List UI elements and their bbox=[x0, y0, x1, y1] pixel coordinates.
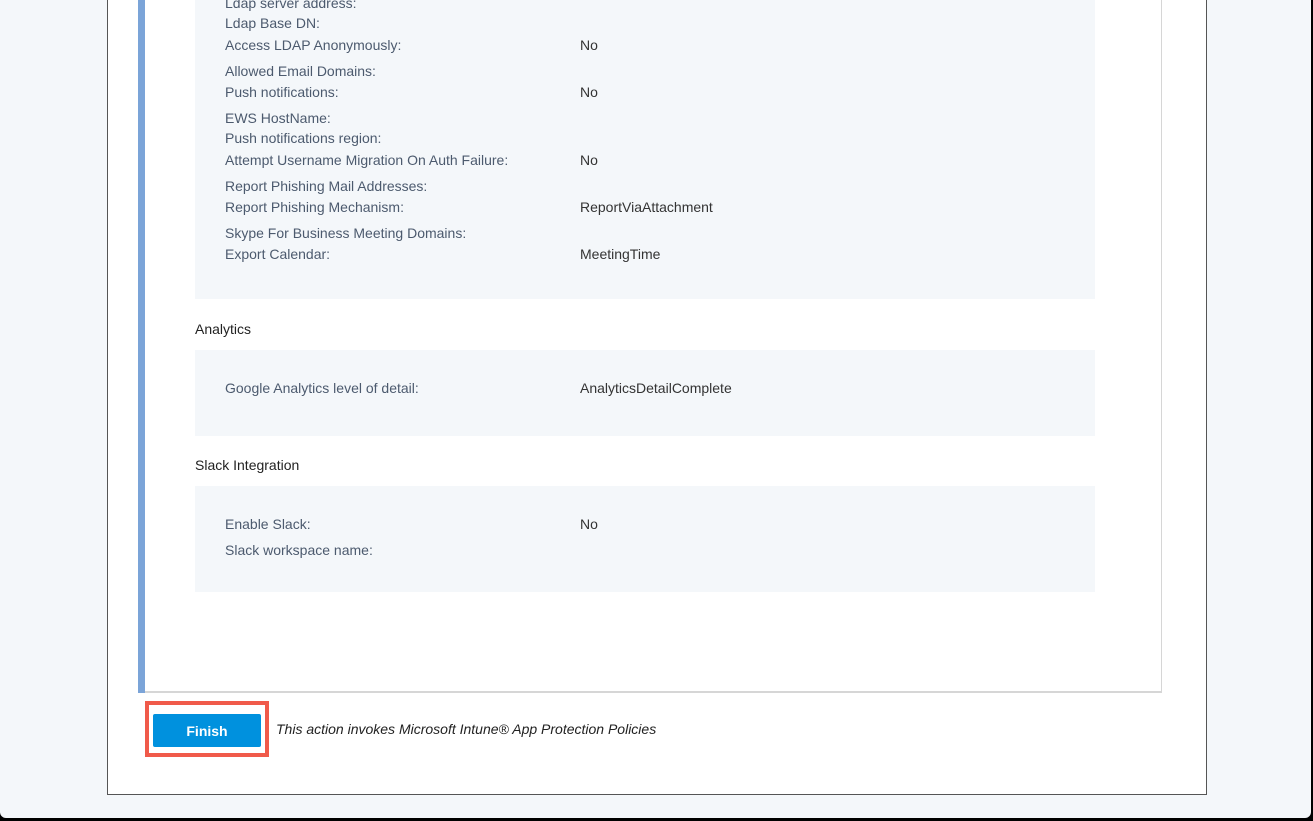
setting-label: Access LDAP Anonymously: bbox=[225, 37, 402, 53]
analytics-box: Google Analytics level of detail: Analyti… bbox=[195, 350, 1095, 436]
accent-bar bbox=[138, 0, 145, 693]
settings-card: Ldap server address: Ldap Base DN: Access … bbox=[138, 0, 1162, 693]
setting-label: Report Phishing Mechanism: bbox=[225, 199, 404, 215]
summary-panel: Ldap server address: Ldap Base DN: Access … bbox=[107, 0, 1207, 795]
finish-button[interactable]: Finish bbox=[153, 714, 261, 747]
setting-value: No bbox=[580, 516, 598, 532]
setting-label: Slack workspace name: bbox=[225, 542, 373, 558]
analytics-heading: Analytics bbox=[195, 321, 252, 337]
setting-label: Report Phishing Mail Addresses: bbox=[225, 178, 428, 194]
window: Ldap server address: Ldap Base DN: Access … bbox=[0, 0, 1311, 818]
setting-label: Ldap Base DN: bbox=[225, 15, 320, 31]
setting-label: Skype For Business Meeting Domains: bbox=[225, 225, 467, 241]
intune-note: This action invokes Microsoft Intune® Ap… bbox=[276, 721, 657, 737]
setting-label: Google Analytics level of detail: bbox=[225, 380, 419, 396]
settings-box: Ldap server address: Ldap Base DN: Access … bbox=[195, 0, 1095, 299]
setting-label: Ldap server address: bbox=[225, 0, 357, 11]
setting-label: Push notifications: bbox=[225, 84, 339, 100]
setting-value: AnalyticsDetailComplete bbox=[580, 380, 732, 396]
setting-label: Allowed Email Domains: bbox=[225, 63, 376, 79]
setting-label: Attempt Username Migration On Auth Failu… bbox=[225, 152, 509, 168]
slack-box: Enable Slack: No Slack workspace name: bbox=[195, 486, 1095, 592]
setting-label: Enable Slack: bbox=[225, 516, 311, 532]
setting-value: No bbox=[580, 84, 598, 100]
setting-label: EWS HostName: bbox=[225, 110, 331, 126]
setting-value: ReportViaAttachment bbox=[580, 199, 713, 215]
setting-label: Push notifications region: bbox=[225, 130, 382, 146]
setting-value: MeetingTime bbox=[580, 246, 661, 262]
setting-value: No bbox=[580, 37, 598, 53]
setting-label: Export Calendar: bbox=[225, 246, 331, 262]
setting-value: No bbox=[580, 152, 598, 168]
slack-heading: Slack Integration bbox=[195, 457, 300, 473]
